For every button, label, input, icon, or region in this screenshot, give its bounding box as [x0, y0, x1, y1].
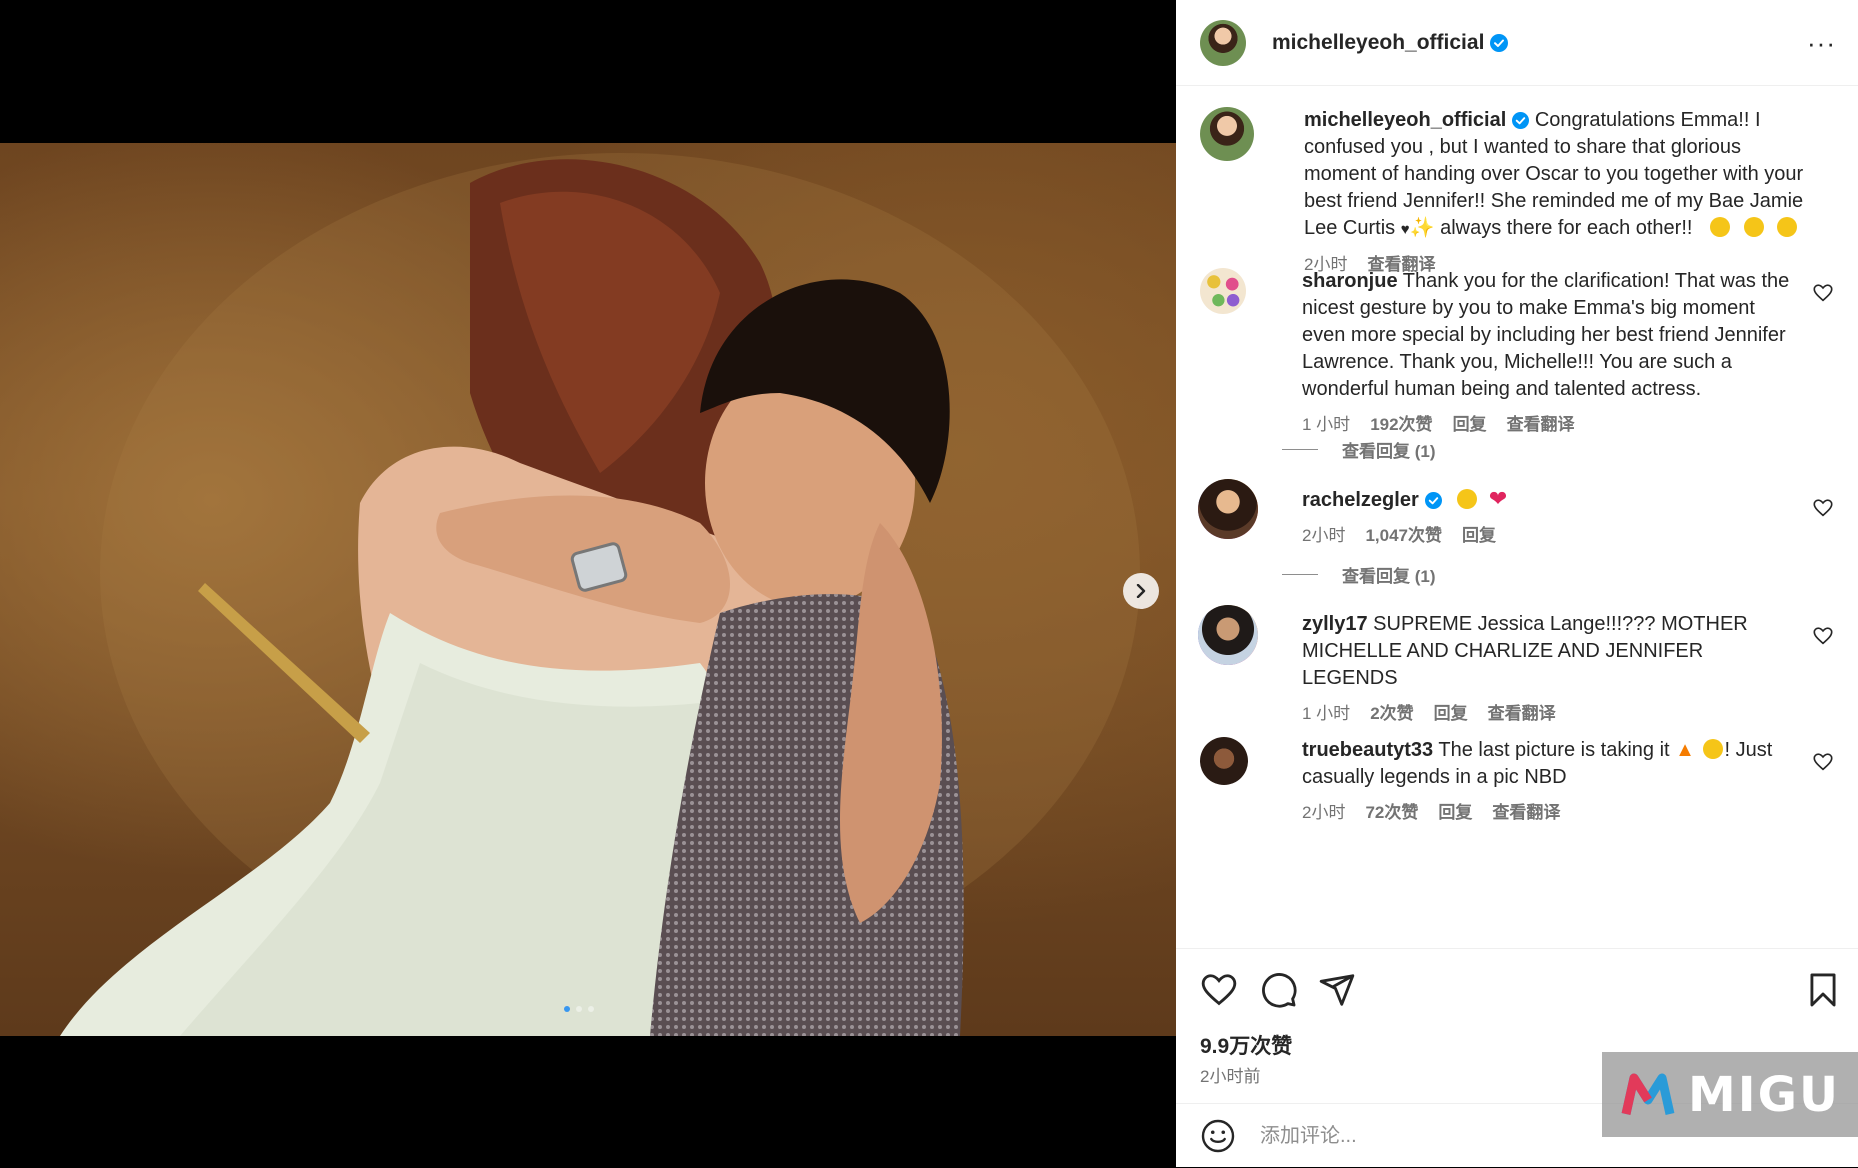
kiss-emoji-icon	[1743, 217, 1764, 237]
crying-emoji-icon	[1457, 489, 1478, 509]
sparkles-icon: ✨	[1409, 217, 1435, 239]
verified-badge-icon	[1490, 33, 1509, 52]
translate-link[interactable]: 查看翻译	[1492, 799, 1560, 826]
emoji-smile-icon[interactable]	[1200, 1118, 1236, 1154]
comment-time: 1 小时	[1302, 415, 1351, 434]
comments-list: michelleyeoh_official Congratulations Em…	[1176, 87, 1858, 947]
comment-text: The last picture is taking it	[1438, 739, 1676, 761]
comment-likes[interactable]: 192次赞	[1370, 411, 1432, 438]
view-replies-button[interactable]: 查看回复 (1)	[1282, 437, 1436, 462]
verified-badge-icon	[1424, 492, 1442, 510]
kiss-emoji-icon	[1710, 217, 1731, 237]
carousel-dots	[564, 1006, 594, 1012]
like-heart-icon[interactable]	[1200, 971, 1238, 1009]
commenter-username[interactable]: truebeautyt33	[1302, 739, 1433, 761]
reply-button[interactable]: 回复	[1462, 522, 1496, 549]
likes-count[interactable]: 9.9万次赞	[1200, 1030, 1292, 1060]
comment-item: sharonjue Thank you for the clarificatio…	[1200, 268, 1834, 434]
translate-link[interactable]: 查看翻译	[1488, 700, 1556, 727]
carousel-dot	[588, 1006, 594, 1012]
kiss-emoji-icon	[1777, 217, 1798, 237]
share-paper-plane-icon[interactable]	[1318, 971, 1356, 1009]
comment-text: SUPREME Jessica Lange!!!??? MOTHER MICHE…	[1302, 613, 1748, 689]
commenter-avatar[interactable]	[1198, 479, 1258, 539]
carousel-dot	[576, 1006, 582, 1012]
caption-body: michelleyeoh_official Congratulations Em…	[1304, 107, 1814, 278]
comment-time: 2小时	[1302, 803, 1346, 822]
caption-username[interactable]: michelleyeoh_official	[1304, 109, 1506, 131]
comment-likes[interactable]: 2次赞	[1370, 700, 1413, 727]
commenter-username[interactable]: sharonjue	[1302, 270, 1398, 292]
carousel-dot	[564, 1006, 570, 1012]
reply-button[interactable]: 回复	[1453, 411, 1487, 438]
comment-item: truebeautyt33 The last picture is taking…	[1200, 737, 1834, 827]
story-ring[interactable]	[1198, 479, 1258, 539]
comment-meta: 2小时 1,047次赞 回复	[1302, 522, 1794, 549]
caption-text-tail: always there for each other!!	[1434, 217, 1693, 239]
caption-avatar[interactable]	[1200, 107, 1254, 161]
comment-time: 2小时	[1302, 526, 1346, 545]
comment-meta: 1 小时 2次赞 回复 查看翻译	[1302, 700, 1794, 727]
fire-emoji-icon: ▲	[1675, 739, 1695, 761]
post-side-panel: michelleyeoh_official ··· michelleyeoh_o…	[1176, 0, 1858, 1167]
view-replies-label: 查看回复 (1)	[1342, 442, 1436, 461]
post-time-ago: 2小时前	[1200, 1067, 1261, 1086]
verified-badge-icon	[1512, 112, 1530, 130]
comment-likes[interactable]: 72次赞	[1365, 799, 1418, 826]
comment-bubble-icon[interactable]	[1260, 971, 1298, 1009]
post-media	[0, 0, 1176, 1167]
migu-logo-icon	[1621, 1073, 1675, 1115]
comment-meta: 1 小时 192次赞 回复 查看翻译	[1302, 411, 1794, 438]
post-photo[interactable]	[0, 143, 1176, 1036]
comment-body: truebeautyt33 The last picture is taking…	[1302, 737, 1794, 826]
bookmark-icon[interactable]	[1804, 971, 1842, 1009]
comment-body: sharonjue Thank you for the clarificatio…	[1302, 268, 1794, 438]
next-slide-button[interactable]	[1123, 573, 1159, 609]
replies-divider	[1282, 449, 1318, 450]
post-actions	[1176, 948, 1858, 1029]
more-options-button[interactable]: ···	[1807, 28, 1836, 59]
commenter-username[interactable]: rachelzegler	[1302, 489, 1419, 511]
story-ring[interactable]	[1198, 605, 1258, 665]
commenter-username[interactable]: zylly17	[1302, 613, 1368, 635]
translate-link[interactable]: 查看翻译	[1507, 411, 1575, 438]
laughing-emoji-icon	[1702, 739, 1723, 759]
watermark-text: MIGU	[1688, 1066, 1840, 1123]
comment-item: zylly17 SUPREME Jessica Lange!!!??? MOTH…	[1198, 605, 1834, 723]
view-replies-label: 查看回复 (1)	[1342, 567, 1436, 586]
author-username[interactable]: michelleyeoh_official	[1272, 31, 1484, 55]
comment-likes[interactable]: 1,047次赞	[1365, 522, 1442, 549]
comment-body: zylly17 SUPREME Jessica Lange!!!??? MOTH…	[1302, 611, 1794, 727]
commenter-avatar[interactable]	[1198, 605, 1258, 665]
red-heart-icon: ❤	[1488, 486, 1508, 511]
reply-button[interactable]: 回复	[1434, 700, 1468, 727]
chevron-right-icon	[1136, 584, 1146, 598]
post-header: michelleyeoh_official ···	[1176, 0, 1858, 86]
black-heart-icon: ♥	[1400, 221, 1410, 238]
comment-meta: 2小时 72次赞 回复 查看翻译	[1302, 799, 1794, 826]
like-comment-heart-icon[interactable]	[1812, 625, 1834, 647]
reply-button[interactable]: 回复	[1438, 799, 1472, 826]
like-comment-heart-icon[interactable]	[1812, 282, 1834, 304]
like-comment-heart-icon[interactable]	[1812, 497, 1834, 519]
caption: michelleyeoh_official Congratulations Em…	[1200, 107, 1834, 274]
author-avatar[interactable]	[1200, 19, 1246, 66]
comment-time: 1 小时	[1302, 704, 1351, 723]
comment-body: rachelzegler ❤ 2小时 1,047次赞 回复	[1302, 485, 1794, 549]
comment-input[interactable]	[1258, 1123, 1562, 1149]
photo-illustration	[60, 153, 1140, 1036]
comment-item: rachelzegler ❤ 2小时 1,047次赞 回复	[1198, 479, 1834, 555]
view-replies-button[interactable]: 查看回复 (1)	[1282, 562, 1436, 587]
migu-watermark: MIGU	[1602, 1052, 1858, 1137]
commenter-avatar[interactable]	[1200, 268, 1246, 314]
replies-divider	[1282, 574, 1318, 575]
commenter-avatar[interactable]	[1200, 737, 1248, 785]
like-comment-heart-icon[interactable]	[1812, 751, 1834, 773]
